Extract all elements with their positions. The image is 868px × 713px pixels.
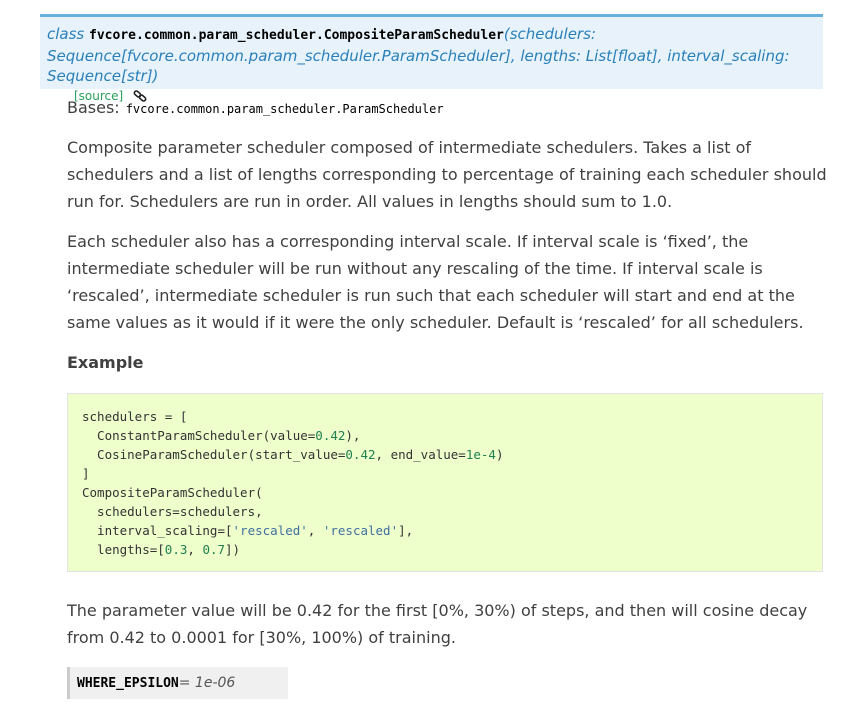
bases-value[interactable]: fvcore.common.param_scheduler.ParamSched… — [126, 102, 444, 116]
class-name: fvcore.common.param_scheduler.CompositeP… — [89, 28, 504, 43]
attribute-name: WHERE_EPSILON — [77, 676, 179, 691]
class-keyword: class — [47, 25, 85, 43]
code-line: ConstantParamScheduler(value=0.42), — [82, 428, 361, 443]
code-block: schedulers = [ ConstantParamScheduler(va… — [67, 393, 823, 572]
description-paragraph-1: Composite parameter scheduler composed o… — [67, 138, 827, 211]
signature-params-line2: Sequence[fvcore.common.param_scheduler.P… — [47, 47, 790, 85]
class-signature: class fvcore.common.param_scheduler.Comp… — [40, 14, 823, 103]
code-line: schedulers = [ — [82, 409, 188, 424]
code-line: ] — [82, 466, 90, 481]
code-line: CompositeParamScheduler( — [82, 485, 263, 500]
description-paragraph-3: The parameter value will be 0.42 for the… — [67, 601, 808, 647]
code-line: interval_scaling=['rescaled', 'rescaled'… — [82, 523, 414, 538]
code-line: lengths=[0.3, 0.7]) — [82, 542, 241, 557]
bases-line: Bases: fvcore.common.param_scheduler.Para… — [67, 96, 444, 121]
example-heading: Example — [67, 353, 144, 372]
signature-params-line1: (schedulers: — [503, 25, 596, 43]
bases-label: Bases: — [67, 98, 120, 117]
attribute-value: = 1e-06 — [178, 675, 236, 691]
code-line: schedulers=schedulers, — [82, 504, 263, 519]
description-paragraph-2: Each scheduler also has a corresponding … — [67, 232, 804, 332]
attribute-signature: WHERE_EPSILON= 1e-06 — [67, 667, 288, 699]
code-line: CosineParamScheduler(start_value=0.42, e… — [82, 447, 504, 462]
